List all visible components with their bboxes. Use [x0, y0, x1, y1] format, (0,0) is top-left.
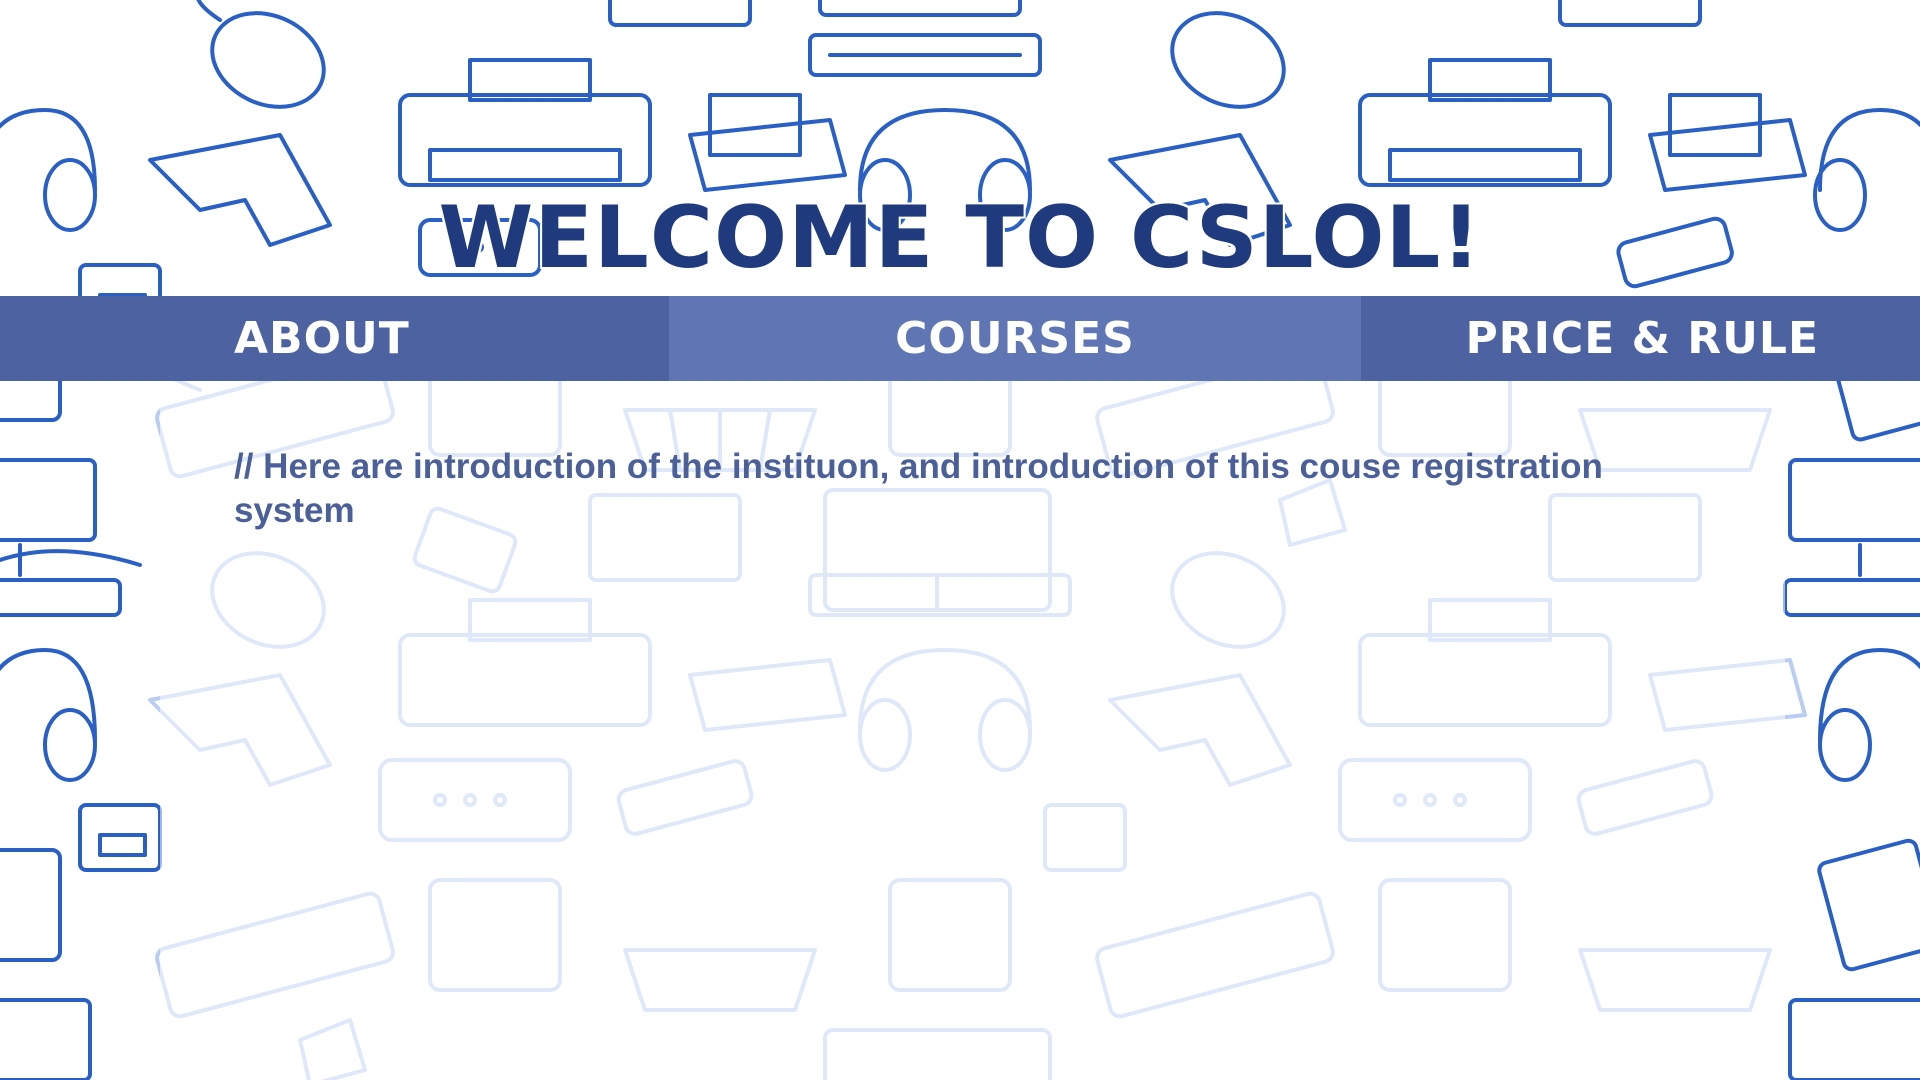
- tablet-icon: [0, 848, 62, 962]
- monitor-icon: [0, 998, 92, 1080]
- monitor-icon: [0, 458, 122, 617]
- nav-courses[interactable]: COURSES: [669, 296, 1361, 381]
- page: WELCOME TO CSLOL! ABOUT COURSES PRICE & …: [0, 0, 1920, 1080]
- envelope-icon: [1648, 93, 1807, 192]
- tablet-icon: [608, 0, 752, 27]
- tablet-icon: [1817, 838, 1920, 972]
- headphones-icon: [1818, 648, 1920, 782]
- monitor-icon: [808, 0, 1042, 77]
- main-navigation: ABOUT COURSES PRICE & RULE: [0, 296, 1920, 381]
- page-title: WELCOME TO CSLOL!: [438, 188, 1482, 288]
- nav-about[interactable]: ABOUT: [0, 296, 669, 381]
- headphones-icon: [0, 648, 97, 782]
- introduction-text: // Here are introduction of the instituo…: [234, 447, 1603, 530]
- floppy-disk-icon: [78, 803, 162, 872]
- tablet-icon: [1558, 0, 1702, 27]
- monitor-icon: [1788, 998, 1920, 1080]
- monitor-icon: [1783, 458, 1920, 617]
- printer-icon: [1358, 58, 1612, 187]
- printer-icon: [398, 58, 652, 187]
- mouse-icon: [1170, 11, 1286, 109]
- mouse-icon: [196, 0, 326, 109]
- nav-price-and-rule[interactable]: PRICE & RULE: [1361, 296, 1920, 381]
- envelope-icon: [688, 93, 847, 192]
